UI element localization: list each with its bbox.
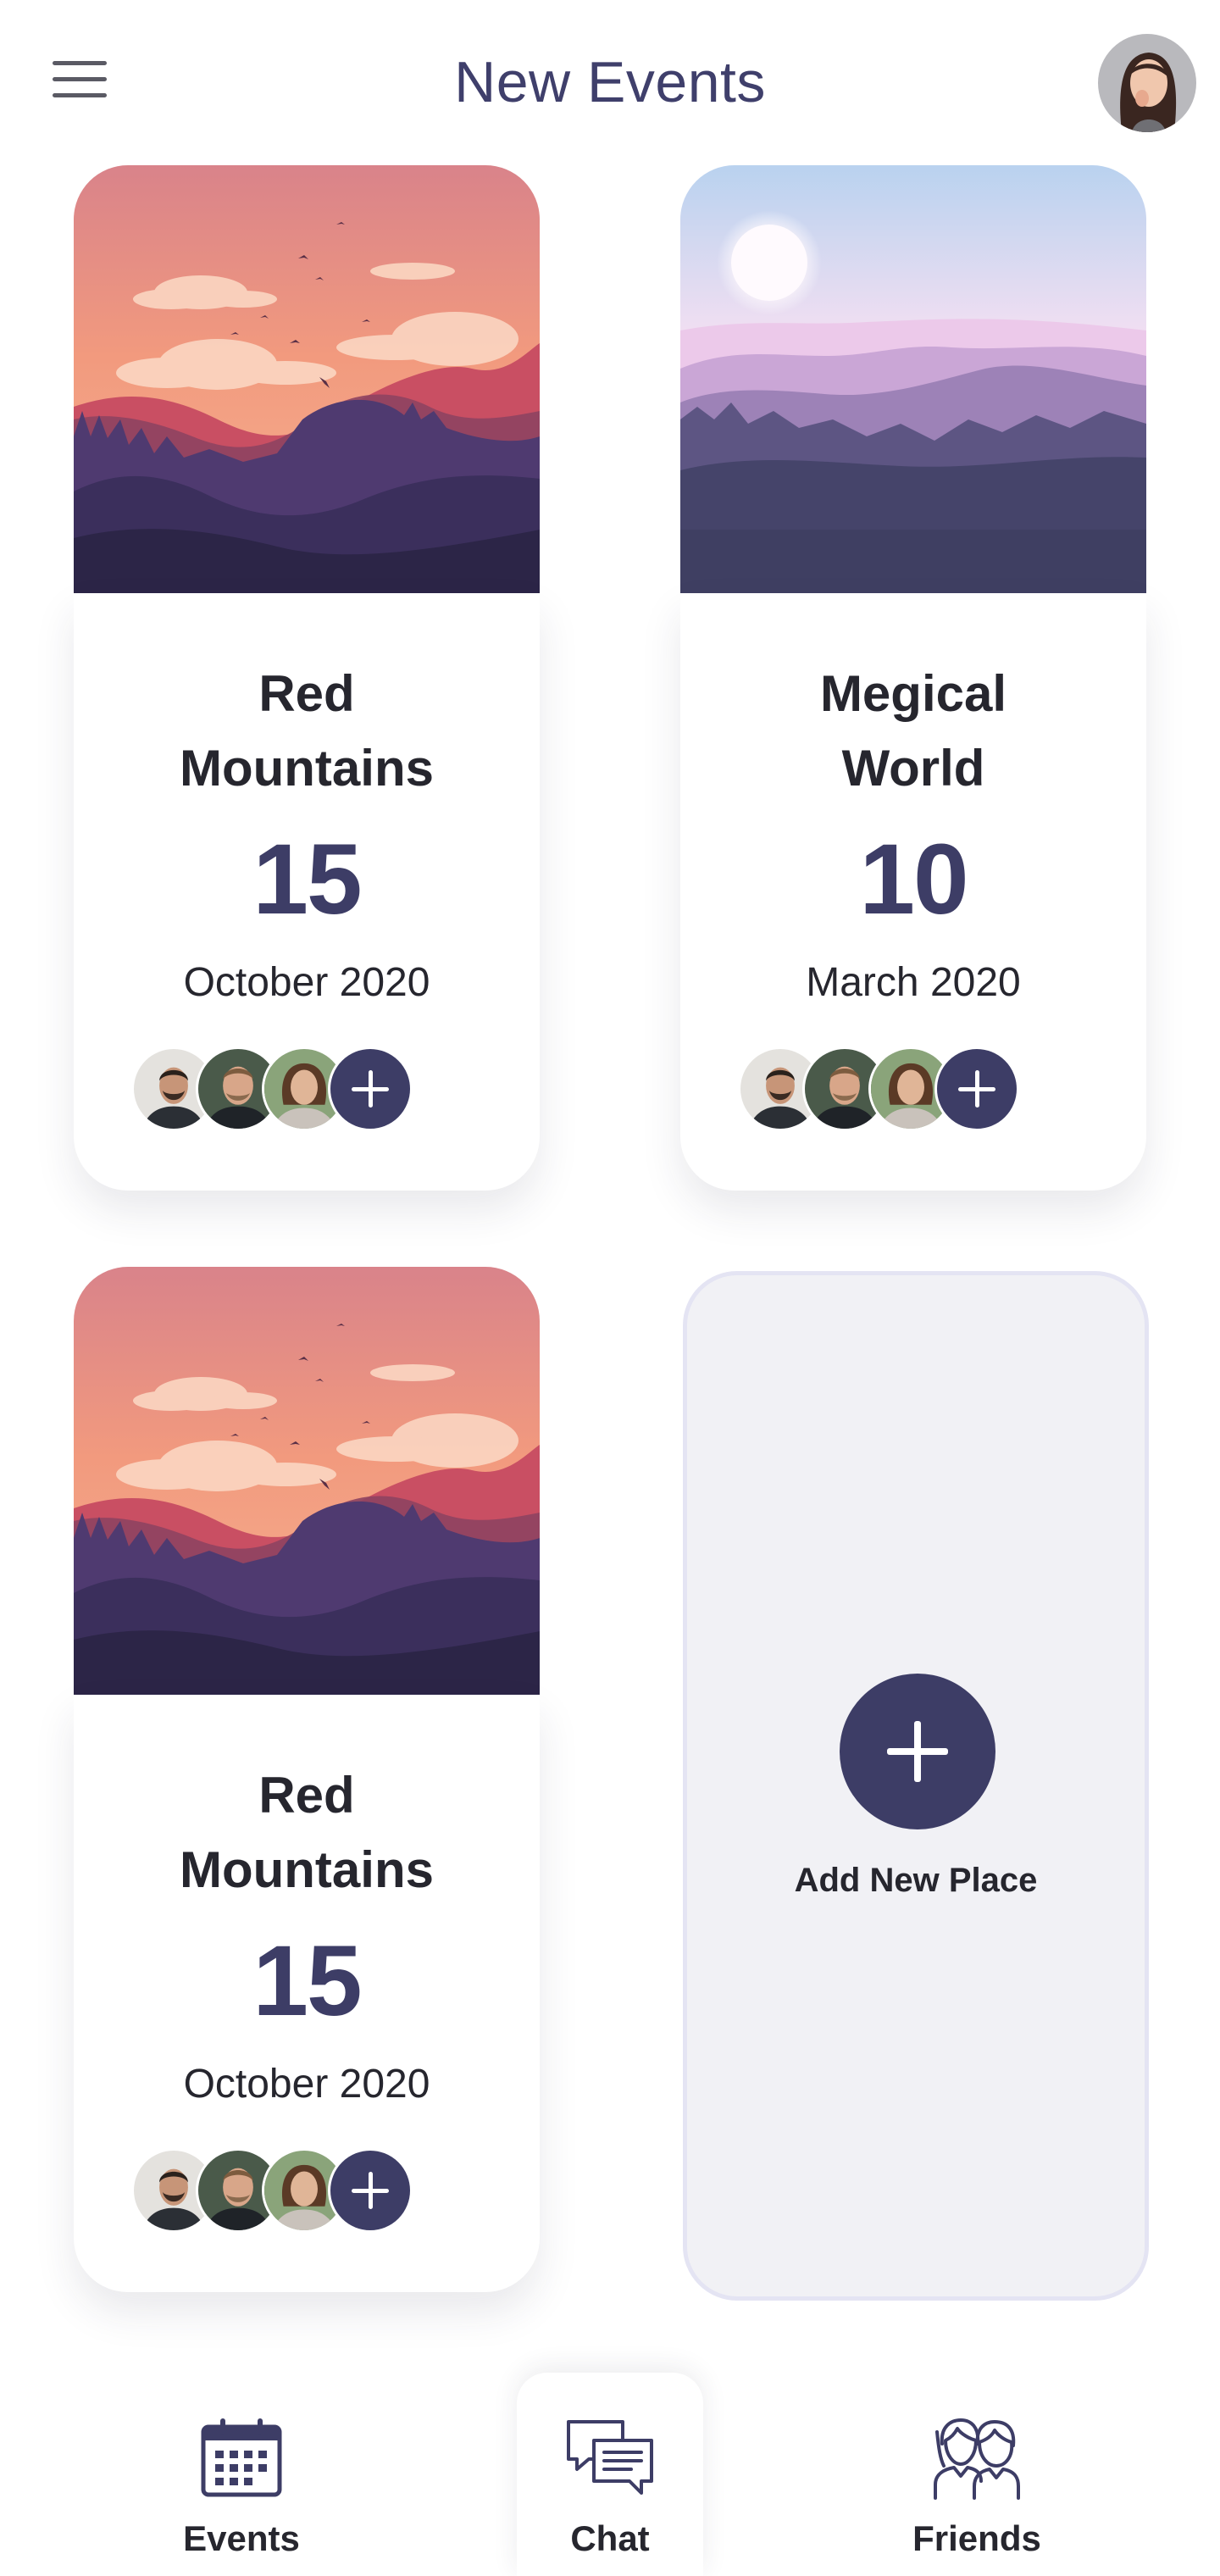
event-card-megical-world[interactable]: Megical World 10 March 2020 <box>680 165 1146 1191</box>
event-title-line: World <box>841 740 985 797</box>
bottom-navigation: Events Chat Friends <box>0 2373 1220 2576</box>
event-image <box>74 165 540 593</box>
event-title-line: Red <box>258 665 355 722</box>
event-month-year: October 2020 <box>183 960 430 1005</box>
event-card-body: Red Mountains 15 October 2020 <box>74 593 540 1191</box>
friends-icon <box>934 2418 1020 2500</box>
event-title: Megical World <box>714 657 1112 806</box>
attendee-list <box>131 1046 419 1131</box>
nav-label: Chat <box>570 2518 650 2558</box>
add-attendee-button[interactable] <box>328 2148 413 2233</box>
chat-bubbles-icon <box>567 2420 653 2495</box>
event-card-red-mountains[interactable]: Red Mountains 15 October 2020 <box>74 165 540 1191</box>
attendee-list <box>738 1046 1026 1131</box>
event-day: 10 <box>859 824 968 935</box>
event-day: 15 <box>252 1925 362 2037</box>
event-month-year: October 2020 <box>183 2062 430 2107</box>
event-image <box>74 1267 540 1695</box>
event-day: 15 <box>252 824 362 935</box>
event-month-year: March 2020 <box>806 960 1021 1005</box>
event-title-line: Megical <box>819 665 1007 722</box>
page-title: New Events <box>454 50 766 114</box>
plus-icon[interactable] <box>840 1674 995 1829</box>
nav-label: Friends <box>912 2518 1041 2558</box>
event-title: Red Mountains <box>108 1758 506 1907</box>
add-new-place-label: Add New Place <box>794 1862 1038 1899</box>
event-card-body: Megical World 10 March 2020 <box>680 593 1146 1191</box>
event-title-line: Mountains <box>180 1841 434 1898</box>
nav-item-friends[interactable]: Friends <box>884 2373 1070 2576</box>
profile-avatar[interactable] <box>1098 34 1196 132</box>
calendar-icon <box>201 2418 282 2497</box>
nav-item-events[interactable]: Events <box>148 2373 335 2576</box>
nav-item-chat[interactable]: Chat <box>517 2373 703 2576</box>
event-card-body: Red Mountains 15 October 2020 <box>74 1695 540 2292</box>
add-new-place-card[interactable]: Add New Place <box>683 1271 1149 2301</box>
event-card-red-mountains[interactable]: Red Mountains 15 October 2020 <box>74 1267 540 2292</box>
event-title: Red Mountains <box>108 657 506 806</box>
event-title-line: Red <box>258 1767 355 1824</box>
nav-label: Events <box>183 2518 300 2558</box>
event-image <box>680 165 1146 593</box>
add-attendee-button[interactable] <box>934 1046 1019 1131</box>
add-attendee-button[interactable] <box>328 1046 413 1131</box>
attendee-list <box>131 2148 419 2233</box>
event-title-line: Mountains <box>180 740 434 797</box>
app-header: New Events <box>0 0 1220 161</box>
